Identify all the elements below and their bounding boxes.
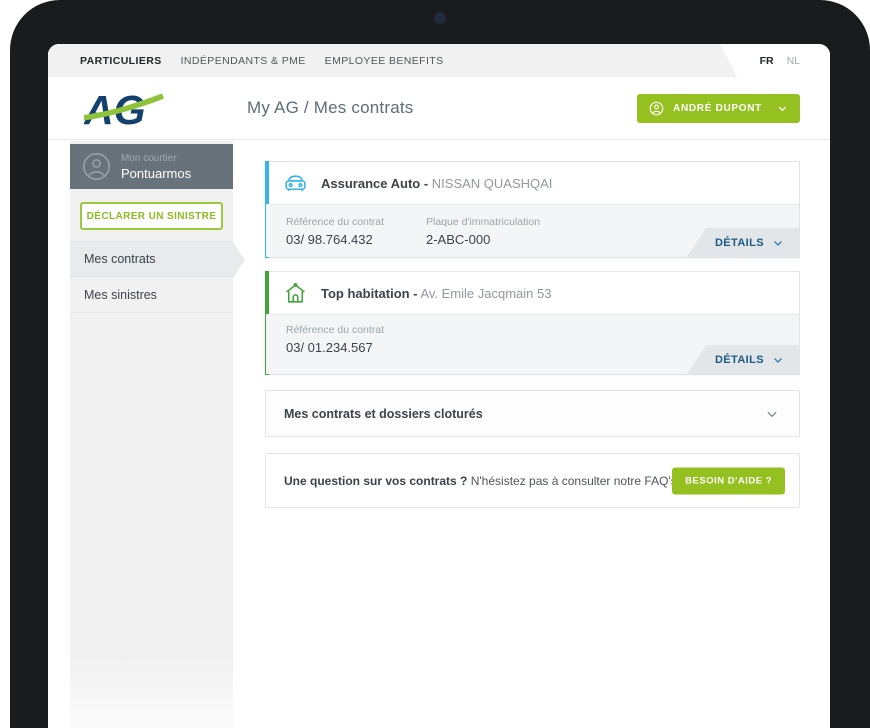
details-toggle-button[interactable]: DÉTAILS <box>687 228 799 257</box>
nav-item-employee-benefits[interactable]: EMPLOYEE BENEFITS <box>325 55 444 67</box>
field-label: Référence du contrat <box>286 324 426 336</box>
broker-label: Mon courtier <box>121 153 191 164</box>
contract-card-details: Référence du contrat 03/ 01.234.567 DÉTA… <box>266 314 799 374</box>
field-label: Référence du contrat <box>286 216 426 228</box>
contract-card-header: Assurance Auto - NISSAN QUASHQAI <box>266 162 799 204</box>
sidebar-item-label: Mes sinistres <box>84 288 157 302</box>
contract-card-header: Top habitation - Av. Emile Jacqmain 53 <box>266 272 799 314</box>
sidebar-menu: Mes contrats Mes sinistres <box>70 241 233 313</box>
ag-logo[interactable]: AG <box>84 87 164 138</box>
broker-name: Pontuarmos <box>121 166 191 181</box>
closed-contracts-accordion[interactable]: Mes contrats et dossiers cloturés <box>265 390 800 437</box>
broker-card: Mon courtier Pontuarmos <box>70 144 233 189</box>
details-label: DÉTAILS <box>715 354 764 366</box>
language-fr[interactable]: FR <box>760 55 774 67</box>
car-icon <box>283 171 308 196</box>
user-menu-button[interactable]: ANDRÉ DUPONT <box>637 94 800 123</box>
page-title: My AG / Mes contrats <box>247 98 414 118</box>
contract-card-habitation: Top habitation - Av. Emile Jacqmain 53 R… <box>265 271 800 375</box>
faq-question-bold: Une question sur vos contrats ? <box>284 474 467 488</box>
help-button[interactable]: BESOIN D'AIDE ? <box>672 467 785 494</box>
user-menu-label: ANDRÉ DUPONT <box>673 103 762 114</box>
contract-field-reference: Référence du contrat 03/ 01.234.567 <box>286 324 426 374</box>
field-label: Plaque d'immatriculation <box>426 216 566 228</box>
chevron-down-icon <box>772 237 784 249</box>
house-icon <box>283 281 308 306</box>
closed-contracts-label: Mes contrats et dossiers cloturés <box>284 407 483 421</box>
details-toggle-button[interactable]: DÉTAILS <box>687 345 799 374</box>
field-value: 03/ 98.764.432 <box>286 232 426 247</box>
field-value: 03/ 01.234.567 <box>286 340 426 355</box>
details-label: DÉTAILS <box>715 237 764 249</box>
chevron-down-icon <box>772 354 784 366</box>
field-value: 2-ABC-000 <box>426 232 566 247</box>
header: AG My AG / Mes contrats ANDRÉ DUPONT <box>48 77 830 140</box>
sidebar-item-mes-contrats[interactable]: Mes contrats <box>70 241 233 277</box>
faq-question-rest: N'hésistez pas à consulter notre FAQ's ! <box>471 474 684 488</box>
content: Mon courtier Pontuarmos DÉCLARER UN SINI… <box>48 141 830 728</box>
avatar-icon <box>82 152 111 181</box>
active-item-arrow <box>233 242 245 278</box>
declare-claim-button[interactable]: DÉCLARER UN SINISTRE <box>80 202 223 230</box>
contract-title: Top habitation - <box>321 286 418 301</box>
user-icon <box>649 101 664 116</box>
tablet-camera-dot <box>434 12 446 24</box>
chevron-down-icon <box>777 103 788 114</box>
app-screen: PARTICULIERS INDÉPENDANTS & PME EMPLOYEE… <box>48 44 830 728</box>
nav-item-particuliers[interactable]: PARTICULIERS <box>80 55 162 67</box>
utility-bar: PARTICULIERS INDÉPENDANTS & PME EMPLOYEE… <box>48 44 830 77</box>
contract-field-reference: Référence du contrat 03/ 98.764.432 <box>286 216 426 257</box>
language-nl[interactable]: NL <box>787 55 800 67</box>
tablet-frame: PARTICULIERS INDÉPENDANTS & PME EMPLOYEE… <box>10 0 870 728</box>
faq-banner: Une question sur vos contrats ? N'hésist… <box>265 453 800 508</box>
contract-subtitle: NISSAN QUASHQAI <box>432 176 553 191</box>
contract-card-details: Référence du contrat 03/ 98.764.432 Plaq… <box>266 204 799 257</box>
contracts-panel: Assurance Auto - NISSAN QUASHQAI Référen… <box>265 141 800 508</box>
nav-item-independants-pme[interactable]: INDÉPENDANTS & PME <box>181 55 306 67</box>
contract-subtitle: Av. Emile Jacqmain 53 <box>420 286 551 301</box>
contract-card-auto: Assurance Auto - NISSAN QUASHQAI Référen… <box>265 161 800 258</box>
contract-field-plate: Plaque d'immatriculation 2-ABC-000 <box>426 216 566 257</box>
sidebar-item-label: Mes contrats <box>84 252 156 266</box>
contract-title: Assurance Auto - <box>321 176 428 191</box>
sidebar: Mon courtier Pontuarmos DÉCLARER UN SINI… <box>70 141 233 728</box>
sidebar-item-mes-sinistres[interactable]: Mes sinistres <box>70 277 233 313</box>
language-switcher: FR NL <box>760 44 800 77</box>
segment-nav: PARTICULIERS INDÉPENDANTS & PME EMPLOYEE… <box>80 44 444 77</box>
page: PARTICULIERS INDÉPENDANTS & PME EMPLOYEE… <box>0 0 870 728</box>
chevron-down-icon <box>765 407 779 421</box>
